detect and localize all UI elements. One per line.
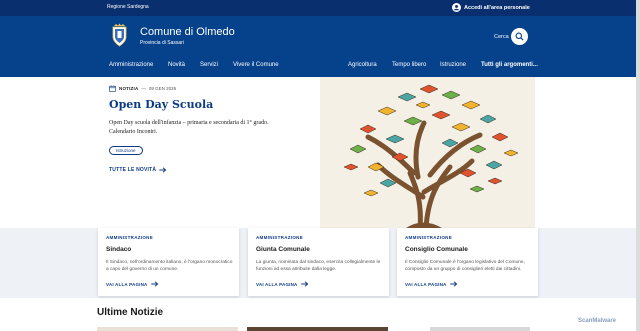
topic-chip[interactable]: Istruzione: [109, 146, 143, 155]
site-header: Comune di Olmedo Provincia di Sassari Ce…: [0, 16, 640, 77]
all-news-link[interactable]: TUTTE LE NOVITÀ: [109, 167, 167, 173]
book-tree-illustration: [320, 77, 535, 228]
card-sindaco[interactable]: AMMINISTRAZIONE Sindaco Il Sindaco, nell…: [98, 228, 239, 296]
scrollbar[interactable]: [636, 0, 640, 331]
nav-item-tempo-libero[interactable]: Tempo libero: [392, 62, 426, 68]
login-label: Accedi all'area personale: [464, 4, 530, 11]
all-news-label: TUTTE LE NOVITÀ: [109, 167, 157, 173]
watermark-logo: ScanMalware: [578, 318, 617, 324]
news-thumbnail[interactable]: [247, 327, 388, 331]
search-icon: [515, 32, 524, 41]
card-category: AMMINISTRAZIONE: [405, 235, 452, 240]
card-link-label: VAI ALLA PAGINA: [106, 281, 148, 287]
nav-item-novita[interactable]: Novità: [168, 62, 185, 68]
latest-news-title: Ultime Notizie: [97, 307, 164, 318]
card-link[interactable]: VAI ALLA PAGINA: [106, 281, 159, 287]
nav-item-vivere-il-comune[interactable]: Vivere il Comune: [233, 62, 279, 68]
hero-description: Open Day scuola dell'infanzia – primaria…: [109, 120, 269, 135]
card-text: Il Sindaco, nell'ordinamento italiano, è…: [106, 260, 233, 272]
site-subtitle: Provincia di Sassari: [140, 40, 184, 46]
card-text: La giunta, nominata dal sindaco, esercit…: [256, 260, 381, 272]
news-date: 09 GEN 2026: [148, 86, 177, 91]
news-thumbnail[interactable]: [97, 327, 238, 331]
card-link[interactable]: VAI ALLA PAGINA: [405, 281, 458, 287]
user-icon: [452, 3, 461, 12]
arrow-right-icon: [300, 281, 308, 287]
card-link-label: VAI ALLA PAGINA: [256, 281, 298, 287]
arrow-right-icon: [449, 281, 457, 287]
card-title[interactable]: Giunta Comunale: [256, 246, 310, 253]
card-consiglio-comunale[interactable]: AMMINISTRAZIONE Consiglio Comunale Il Co…: [397, 228, 538, 296]
site-title[interactable]: Comune di Olmedo: [140, 26, 235, 38]
card-text: Il Consiglio Comunale è l'organo legisla…: [405, 260, 525, 272]
nav-item-tutti-gli-argomenti[interactable]: Tutti gli argomenti...: [481, 62, 538, 68]
card-title[interactable]: Consiglio Comunale: [405, 246, 468, 253]
calendar-icon: [109, 85, 116, 92]
login-button[interactable]: Accedi all'area personale: [452, 3, 530, 12]
card-giunta-comunale[interactable]: AMMINISTRAZIONE Giunta Comunale La giunt…: [248, 228, 389, 296]
arrow-right-icon: [150, 281, 158, 287]
nav-item-servizi[interactable]: Servizi: [200, 62, 218, 68]
card-title[interactable]: Sindaco: [106, 246, 131, 253]
nav-item-agricoltura[interactable]: Agricoltura: [348, 62, 377, 68]
municipal-crest-icon[interactable]: [111, 23, 128, 47]
card-link[interactable]: VAI ALLA PAGINA: [256, 281, 309, 287]
top-bar: Regione Sardegna Accedi all'area persona…: [0, 0, 640, 16]
nav-item-amministrazione[interactable]: Amministrazione: [109, 62, 153, 68]
hero-image[interactable]: [320, 77, 535, 228]
card-category: AMMINISTRAZIONE: [256, 235, 303, 240]
nav-item-istruzione[interactable]: Istruzione: [440, 62, 466, 68]
news-date-separator: —: [141, 86, 146, 91]
arrow-right-icon: [159, 167, 167, 173]
news-tag-label: NOTIZIA: [119, 86, 139, 91]
news-thumbnail[interactable]: [430, 327, 530, 331]
search-label: Cerca: [494, 34, 509, 40]
news-tag: NOTIZIA — 09 GEN 2026: [109, 85, 176, 92]
card-category: AMMINISTRAZIONE: [106, 235, 153, 240]
region-link[interactable]: Regione Sardegna: [107, 4, 149, 10]
search-button[interactable]: [511, 28, 528, 45]
hero-title[interactable]: Open Day Scuola: [109, 98, 213, 111]
card-link-label: VAI ALLA PAGINA: [405, 281, 447, 287]
